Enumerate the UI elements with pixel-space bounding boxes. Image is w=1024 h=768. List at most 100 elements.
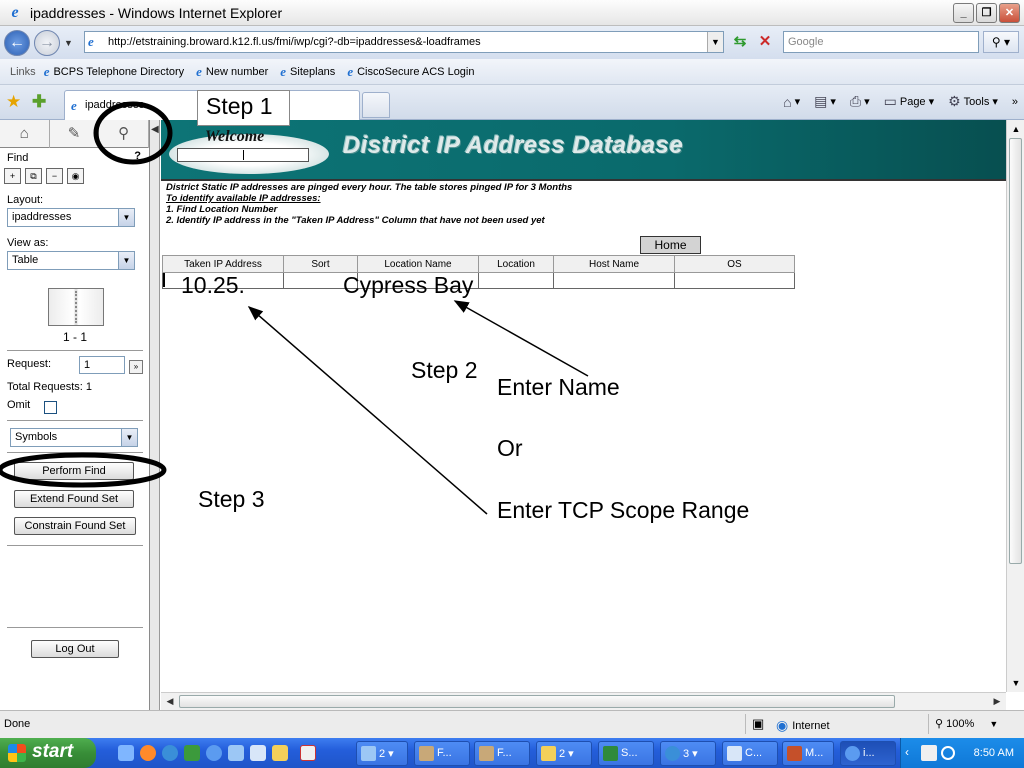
taskbar-button-label[interactable]: F... [497, 747, 512, 759]
scroll-left-icon[interactable]: ◀ [162, 694, 178, 709]
chevron-down-icon[interactable]: ▼ [118, 209, 134, 226]
taskbar-button[interactable]: C... [722, 741, 778, 766]
feeds-button[interactable]: ▤ ▾ [814, 93, 836, 110]
location-name-value[interactable]: Cypress Bay [343, 272, 473, 299]
zoom-value[interactable]: 100% [946, 718, 974, 730]
quicklaunch-network-icon[interactable] [228, 745, 244, 761]
taken-ip-value[interactable]: 10.25. [181, 272, 245, 299]
request-number-field[interactable]: 1 [79, 356, 125, 374]
close-button[interactable]: ✕ [999, 3, 1020, 23]
search-button[interactable]: ⚲ ▾ [983, 31, 1019, 53]
taskbar-group-button[interactable]: 3 ▾ [660, 741, 716, 766]
home-button[interactable]: Home [640, 236, 701, 254]
log-out-button[interactable]: Log Out [31, 640, 119, 658]
chevron-down-icon[interactable]: ▼ [989, 719, 998, 729]
chevron-left-icon[interactable]: ◀ [151, 124, 159, 135]
taskbar-button-active[interactable]: i... [840, 741, 896, 766]
address-dropdown-icon[interactable]: ▼ [707, 32, 723, 52]
scroll-thumb[interactable] [1009, 138, 1022, 564]
view-request-icon[interactable]: ◉ [67, 168, 84, 184]
omit-checkbox[interactable] [44, 401, 57, 414]
link-label[interactable]: Siteplans [290, 66, 335, 78]
protected-mode-icon[interactable]: ▣ [752, 716, 764, 732]
forward-button[interactable]: → [34, 29, 60, 56]
restore-button[interactable]: ❐ [976, 3, 997, 23]
link-new-number[interactable]: e New number [196, 64, 268, 80]
symbols-select[interactable]: Symbols ▼ [10, 428, 138, 447]
taskbar-button-label[interactable]: i... [863, 747, 875, 759]
address-field[interactable]: e http://etstraining.broward.k12.fl.us/f… [84, 31, 724, 53]
layout-value[interactable]: ipaddresses [12, 211, 71, 223]
find-mode-magnifier-icon[interactable]: ⚲ [99, 120, 150, 148]
page-menu-label[interactable]: Page [900, 96, 926, 108]
quicklaunch-firefox-icon[interactable] [140, 745, 156, 761]
duplicate-request-icon[interactable]: ⧉ [25, 168, 42, 184]
extend-found-set-button[interactable]: Extend Found Set [14, 490, 134, 508]
taskbar-button-label[interactable]: C... [745, 747, 762, 759]
tray-vc-icon[interactable] [921, 745, 937, 761]
chevron-down-icon[interactable]: ▼ [121, 429, 137, 446]
scroll-up-icon[interactable]: ▲ [1008, 121, 1024, 137]
quicklaunch-document-icon[interactable] [250, 745, 266, 761]
perform-find-button[interactable]: Perform Find [14, 462, 134, 480]
taskbar-button-label[interactable]: 3 [683, 748, 689, 760]
zoom-control[interactable]: ⚲ 100% ▼ [935, 717, 998, 730]
edit-mode-pencil-icon[interactable]: ✎ [50, 120, 100, 148]
host-name-field[interactable] [553, 272, 675, 289]
collapse-panel-handle[interactable]: ◀ [150, 120, 160, 710]
address-url[interactable]: http://etstraining.broward.k12.fl.us/fmi… [108, 36, 481, 48]
link-label[interactable]: New number [206, 66, 268, 78]
chevron-down-icon[interactable]: ▼ [118, 252, 134, 269]
taskbar-group-button[interactable]: 2 ▾ [356, 741, 408, 766]
scroll-right-icon[interactable]: ▶ [989, 694, 1005, 709]
view-as-value[interactable]: Table [12, 254, 38, 266]
constrain-found-set-button[interactable]: Constrain Found Set [14, 517, 136, 535]
new-request-icon[interactable]: + [4, 168, 21, 184]
page-menu[interactable]: ▭ Page ▾ [884, 93, 934, 110]
quicklaunch-globe-icon[interactable] [162, 745, 178, 761]
start-label[interactable]: start [32, 741, 73, 762]
start-button[interactable]: start [0, 738, 96, 768]
refresh-icon[interactable]: ⇆ [729, 32, 751, 52]
taskbar-button-label[interactable]: M... [805, 747, 823, 759]
browse-mode-home-icon[interactable]: ⌂ [0, 120, 50, 148]
layout-select[interactable]: ipaddresses ▼ [7, 208, 135, 227]
link-bcps-directory[interactable]: e BCPS Telephone Directory [44, 64, 184, 80]
symbols-value[interactable]: Symbols [15, 431, 57, 443]
tools-menu-label[interactable]: Tools [964, 96, 990, 108]
record-book-icon[interactable] [48, 288, 104, 326]
scroll-down-icon[interactable]: ▼ [1008, 675, 1024, 691]
taskbar-button-label[interactable]: 2 [379, 748, 385, 760]
link-ciscosecure[interactable]: e CiscoSecure ACS Login [347, 64, 474, 80]
tray-status-icon[interactable] [941, 746, 955, 760]
taskbar-button[interactable]: F... [474, 741, 530, 766]
tab-label[interactable]: ipaddresses [85, 99, 144, 111]
link-label[interactable]: CiscoSecure ACS Login [357, 66, 474, 78]
link-label[interactable]: BCPS Telephone Directory [53, 66, 184, 78]
quicklaunch-ie-icon[interactable] [206, 745, 222, 761]
link-siteplans[interactable]: e Siteplans [280, 64, 335, 80]
vertical-scrollbar[interactable]: ▲ ▼ [1006, 120, 1024, 692]
quicklaunch-tree-icon[interactable] [184, 745, 200, 761]
taskbar-button[interactable]: M... [782, 741, 834, 766]
quicklaunch-folder-icon[interactable] [272, 745, 288, 761]
view-as-select[interactable]: Table ▼ [7, 251, 135, 270]
tools-menu[interactable]: ⚙ Tools ▾ [948, 93, 998, 110]
print-button[interactable]: ⎙ ▾ [850, 93, 870, 110]
go-to-request-icon[interactable]: » [129, 360, 143, 374]
search-input[interactable]: Google [783, 31, 979, 53]
taskbar-button[interactable]: S... [598, 741, 654, 766]
home-cmd-button[interactable]: ⌂ ▾ [783, 94, 800, 110]
taskbar-group-button[interactable]: 2 ▾ [536, 741, 592, 766]
taskbar-button-label[interactable]: 2 [559, 748, 565, 760]
chevron-more-icon[interactable]: » [1012, 96, 1018, 108]
location-field[interactable] [478, 272, 554, 289]
quicklaunch-vc-icon[interactable] [300, 745, 316, 761]
horizontal-scrollbar[interactable]: ◀ ▶ [161, 692, 1006, 710]
taskbar-button-label[interactable]: F... [437, 747, 452, 759]
minimize-button[interactable]: _ [953, 3, 974, 23]
add-favorites-icon[interactable]: ✚ [32, 92, 46, 112]
os-field[interactable] [674, 272, 795, 289]
delete-request-icon[interactable]: − [46, 168, 63, 184]
favorites-star-icon[interactable]: ★ [6, 92, 21, 112]
